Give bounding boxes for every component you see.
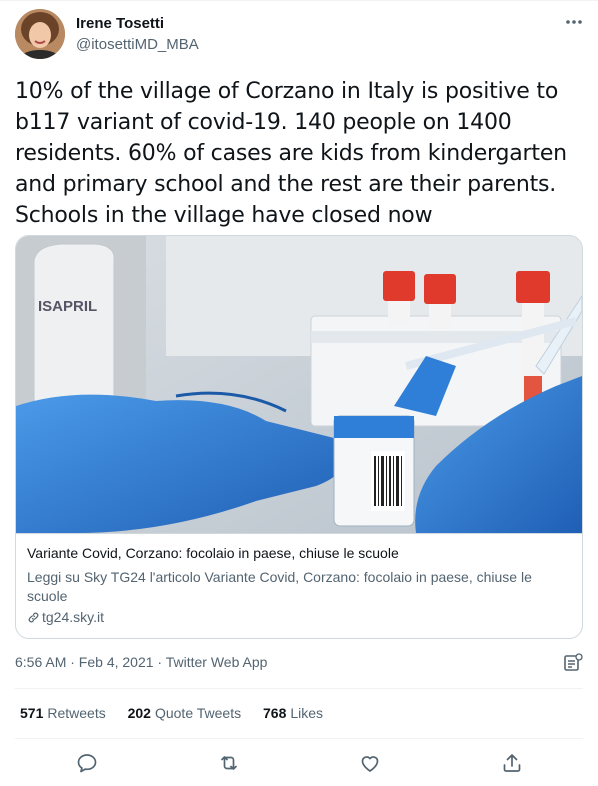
link-card[interactable]: ISAPRIL Variante Covid, Corzano: focolai…: [15, 235, 583, 639]
tweet-timestamp[interactable]: 6:56 AM · Feb 4, 2021 · Twitter Web App: [15, 654, 267, 670]
divider: [15, 738, 583, 739]
quote-tweets-stat[interactable]: 202 Quote Tweets: [128, 705, 242, 721]
retweets-label: Retweets: [47, 705, 106, 721]
analytics-icon[interactable]: [563, 653, 583, 673]
engagement-stats: 571 Retweets 202 Quote Tweets 768 Likes: [20, 705, 341, 721]
top-divider: [0, 0, 598, 1]
card-divider: [16, 533, 582, 534]
author-handle[interactable]: @itosettiMD_MBA: [76, 36, 199, 53]
card-image[interactable]: ISAPRIL: [16, 236, 582, 533]
avatar[interactable]: [15, 9, 65, 59]
more-icon[interactable]: [562, 10, 586, 34]
card-domain-text: tg24.sky.it: [42, 609, 104, 625]
bottle-label: ISAPRIL: [38, 298, 97, 315]
quotes-label: Quote Tweets: [154, 705, 242, 721]
link-icon: [27, 609, 42, 625]
retweet-icon[interactable]: [217, 751, 241, 775]
card-description[interactable]: Leggi su Sky TG24 l'articolo Variante Co…: [27, 568, 567, 606]
retweets-stat[interactable]: 571 Retweets: [20, 705, 106, 721]
likes-label: Likes: [290, 705, 324, 721]
like-icon[interactable]: [358, 751, 382, 775]
quotes-count: 202: [127, 705, 151, 721]
action-bar: [0, 745, 598, 781]
card-title[interactable]: Variante Covid, Corzano: focolaio in pae…: [27, 545, 572, 561]
divider: [15, 688, 583, 689]
author-name[interactable]: Irene Tosetti: [76, 15, 164, 32]
share-icon[interactable]: [500, 751, 524, 775]
tweet-text: 10% of the village of Corzano in Italy i…: [15, 79, 567, 228]
retweets-count: 571: [20, 705, 44, 721]
likes-stat[interactable]: 768 Likes: [263, 705, 323, 721]
likes-count: 768: [263, 705, 287, 721]
reply-icon[interactable]: [75, 751, 99, 775]
card-domain[interactable]: tg24.sky.it: [27, 609, 104, 625]
